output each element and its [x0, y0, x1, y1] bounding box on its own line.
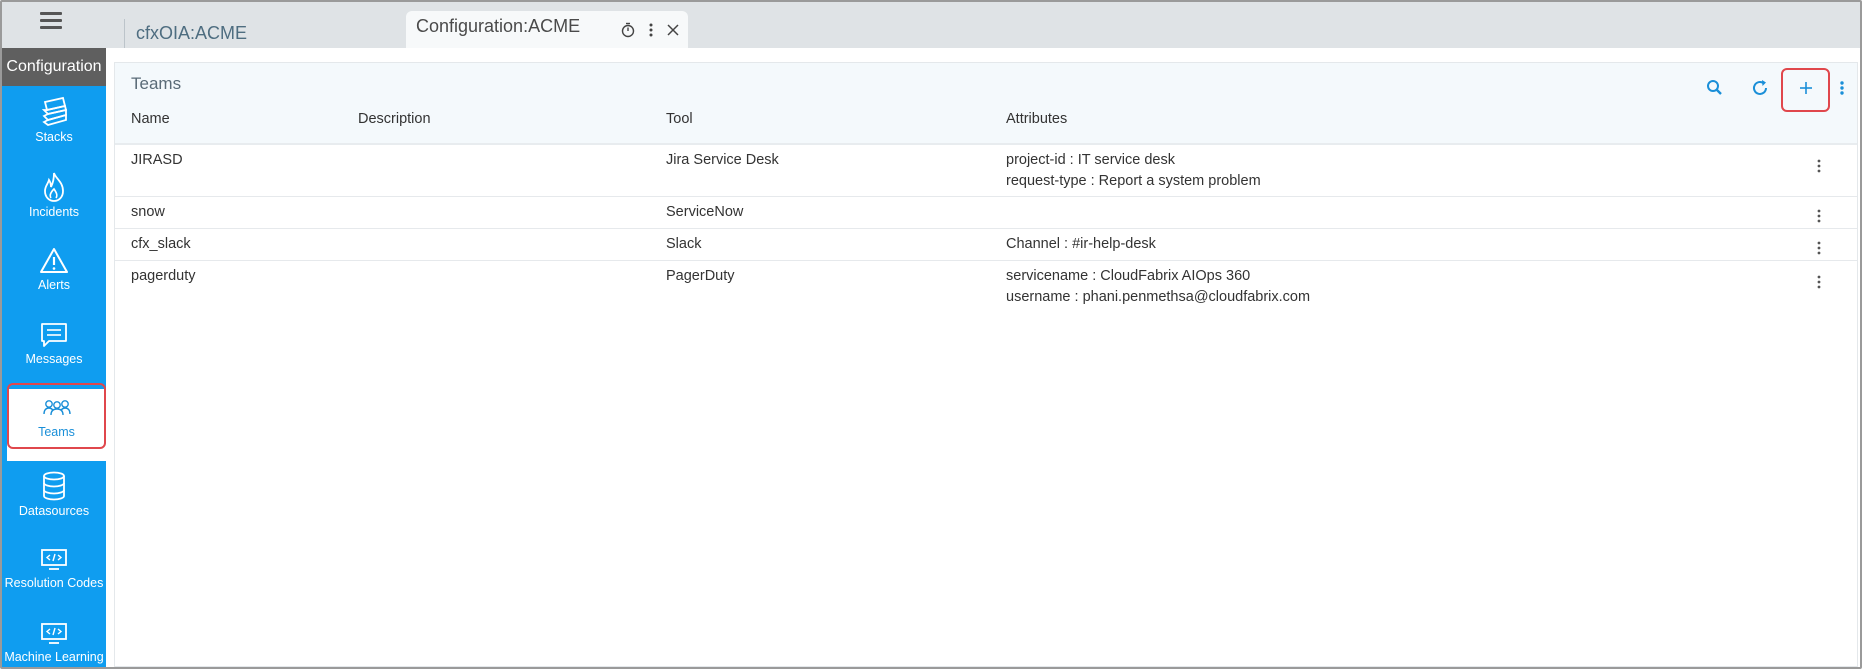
cell-tool: Jira Service Desk [666, 152, 779, 168]
row-menu-icon[interactable] [1811, 239, 1827, 257]
sidebar-item-stacks[interactable]: Stacks [2, 90, 106, 162]
highlight-box [7, 383, 106, 449]
cell-name: pagerduty [131, 268, 196, 284]
sidebar-item-incidents[interactable]: Incidents [2, 165, 106, 237]
sidebar-item-alerts[interactable]: Alerts [2, 240, 106, 312]
more-options-icon[interactable] [1837, 77, 1847, 99]
cell-name: JIRASD [131, 152, 183, 168]
table-row[interactable]: cfx_slack Slack Channel : #ir-help-desk [115, 229, 1857, 261]
search-icon[interactable] [1704, 77, 1726, 99]
close-icon[interactable] [666, 23, 680, 37]
tab-label: Configuration:ACME [416, 16, 581, 36]
sidebar-item-label: Messages [25, 352, 83, 366]
sidebar-item-datasources[interactable]: Datasources [2, 464, 106, 536]
app-window: cfxOIA:ACME Configuration:ACME Configura… [0, 0, 1862, 669]
timer-icon[interactable] [620, 22, 636, 38]
tab-cfxoia[interactable]: cfxOIA:ACME [124, 19, 406, 48]
code-monitor-icon [41, 549, 67, 570]
table-row[interactable]: JIRASD Jira Service Desk project-id : IT… [115, 145, 1857, 197]
cell-attribute: username : phani.penmethsa@cloudfabrix.c… [1006, 289, 1311, 305]
table-row[interactable]: snow ServiceNow [115, 197, 1857, 229]
sidebar-header: Configuration [2, 48, 106, 86]
sidebar: Configuration Stacks Incidents Alerts Me… [2, 48, 106, 667]
refresh-icon[interactable] [1749, 77, 1771, 99]
table-row[interactable]: pagerduty PagerDuty servicename : CloudF… [115, 261, 1857, 315]
teams-panel: Teams Name Description Tool Attributes J… [114, 62, 1858, 667]
sidebar-item-label: Stacks [35, 130, 73, 144]
tab-label: cfxOIA:ACME [136, 23, 248, 43]
row-menu-icon[interactable] [1811, 207, 1827, 225]
cell-attribute: servicename : CloudFabrix AIOps 360 [1006, 268, 1251, 284]
kebab-menu-icon[interactable] [648, 22, 654, 38]
column-header-attributes[interactable]: Attributes [1006, 111, 1067, 127]
database-icon [43, 471, 65, 501]
cell-attribute: request-type : Report a system problem [1006, 173, 1261, 189]
top-bar: cfxOIA:ACME Configuration:ACME [2, 2, 1860, 48]
sidebar-item-label: Alerts [38, 278, 70, 292]
column-header-name[interactable]: Name [131, 111, 170, 127]
cell-name: snow [131, 204, 165, 220]
column-header-tool[interactable]: Tool [666, 111, 693, 127]
sidebar-item-label: Machine Learning [4, 650, 104, 664]
column-header-description[interactable]: Description [358, 111, 431, 127]
message-icon [41, 323, 67, 347]
code-monitor-icon [41, 623, 67, 644]
cell-name: cfx_slack [131, 236, 191, 252]
sidebar-item-label: Datasources [18, 504, 90, 518]
sidebar-item-label: Resolution Codes [4, 576, 104, 590]
sidebar-item-label: Incidents [28, 205, 80, 219]
fire-icon [44, 172, 64, 202]
page-title: Teams [131, 74, 182, 93]
main-content: Teams Name Description Tool Attributes J… [106, 48, 1860, 667]
cell-tool: PagerDuty [666, 268, 735, 284]
cell-attribute: Channel : #ir-help-desk [1006, 236, 1156, 252]
highlight-box [1781, 68, 1830, 112]
row-menu-icon[interactable] [1811, 157, 1827, 175]
cell-tool: Slack [666, 236, 702, 252]
cell-attribute: project-id : IT service desk [1006, 152, 1175, 168]
hamburger-menu-icon[interactable] [40, 12, 62, 32]
row-menu-icon[interactable] [1811, 273, 1827, 291]
sidebar-item-resolution-codes[interactable]: Resolution Codes [2, 540, 106, 612]
warning-icon [40, 248, 68, 273]
cell-tool: ServiceNow [666, 204, 744, 220]
panel-header: Teams Name Description Tool Attributes [115, 63, 1857, 143]
tab-configuration[interactable]: Configuration:ACME [406, 11, 688, 48]
sidebar-item-messages[interactable]: Messages [2, 314, 106, 386]
sidebar-item-machine-learning[interactable]: Machine Learning [2, 614, 106, 667]
stacks-icon [41, 96, 68, 126]
